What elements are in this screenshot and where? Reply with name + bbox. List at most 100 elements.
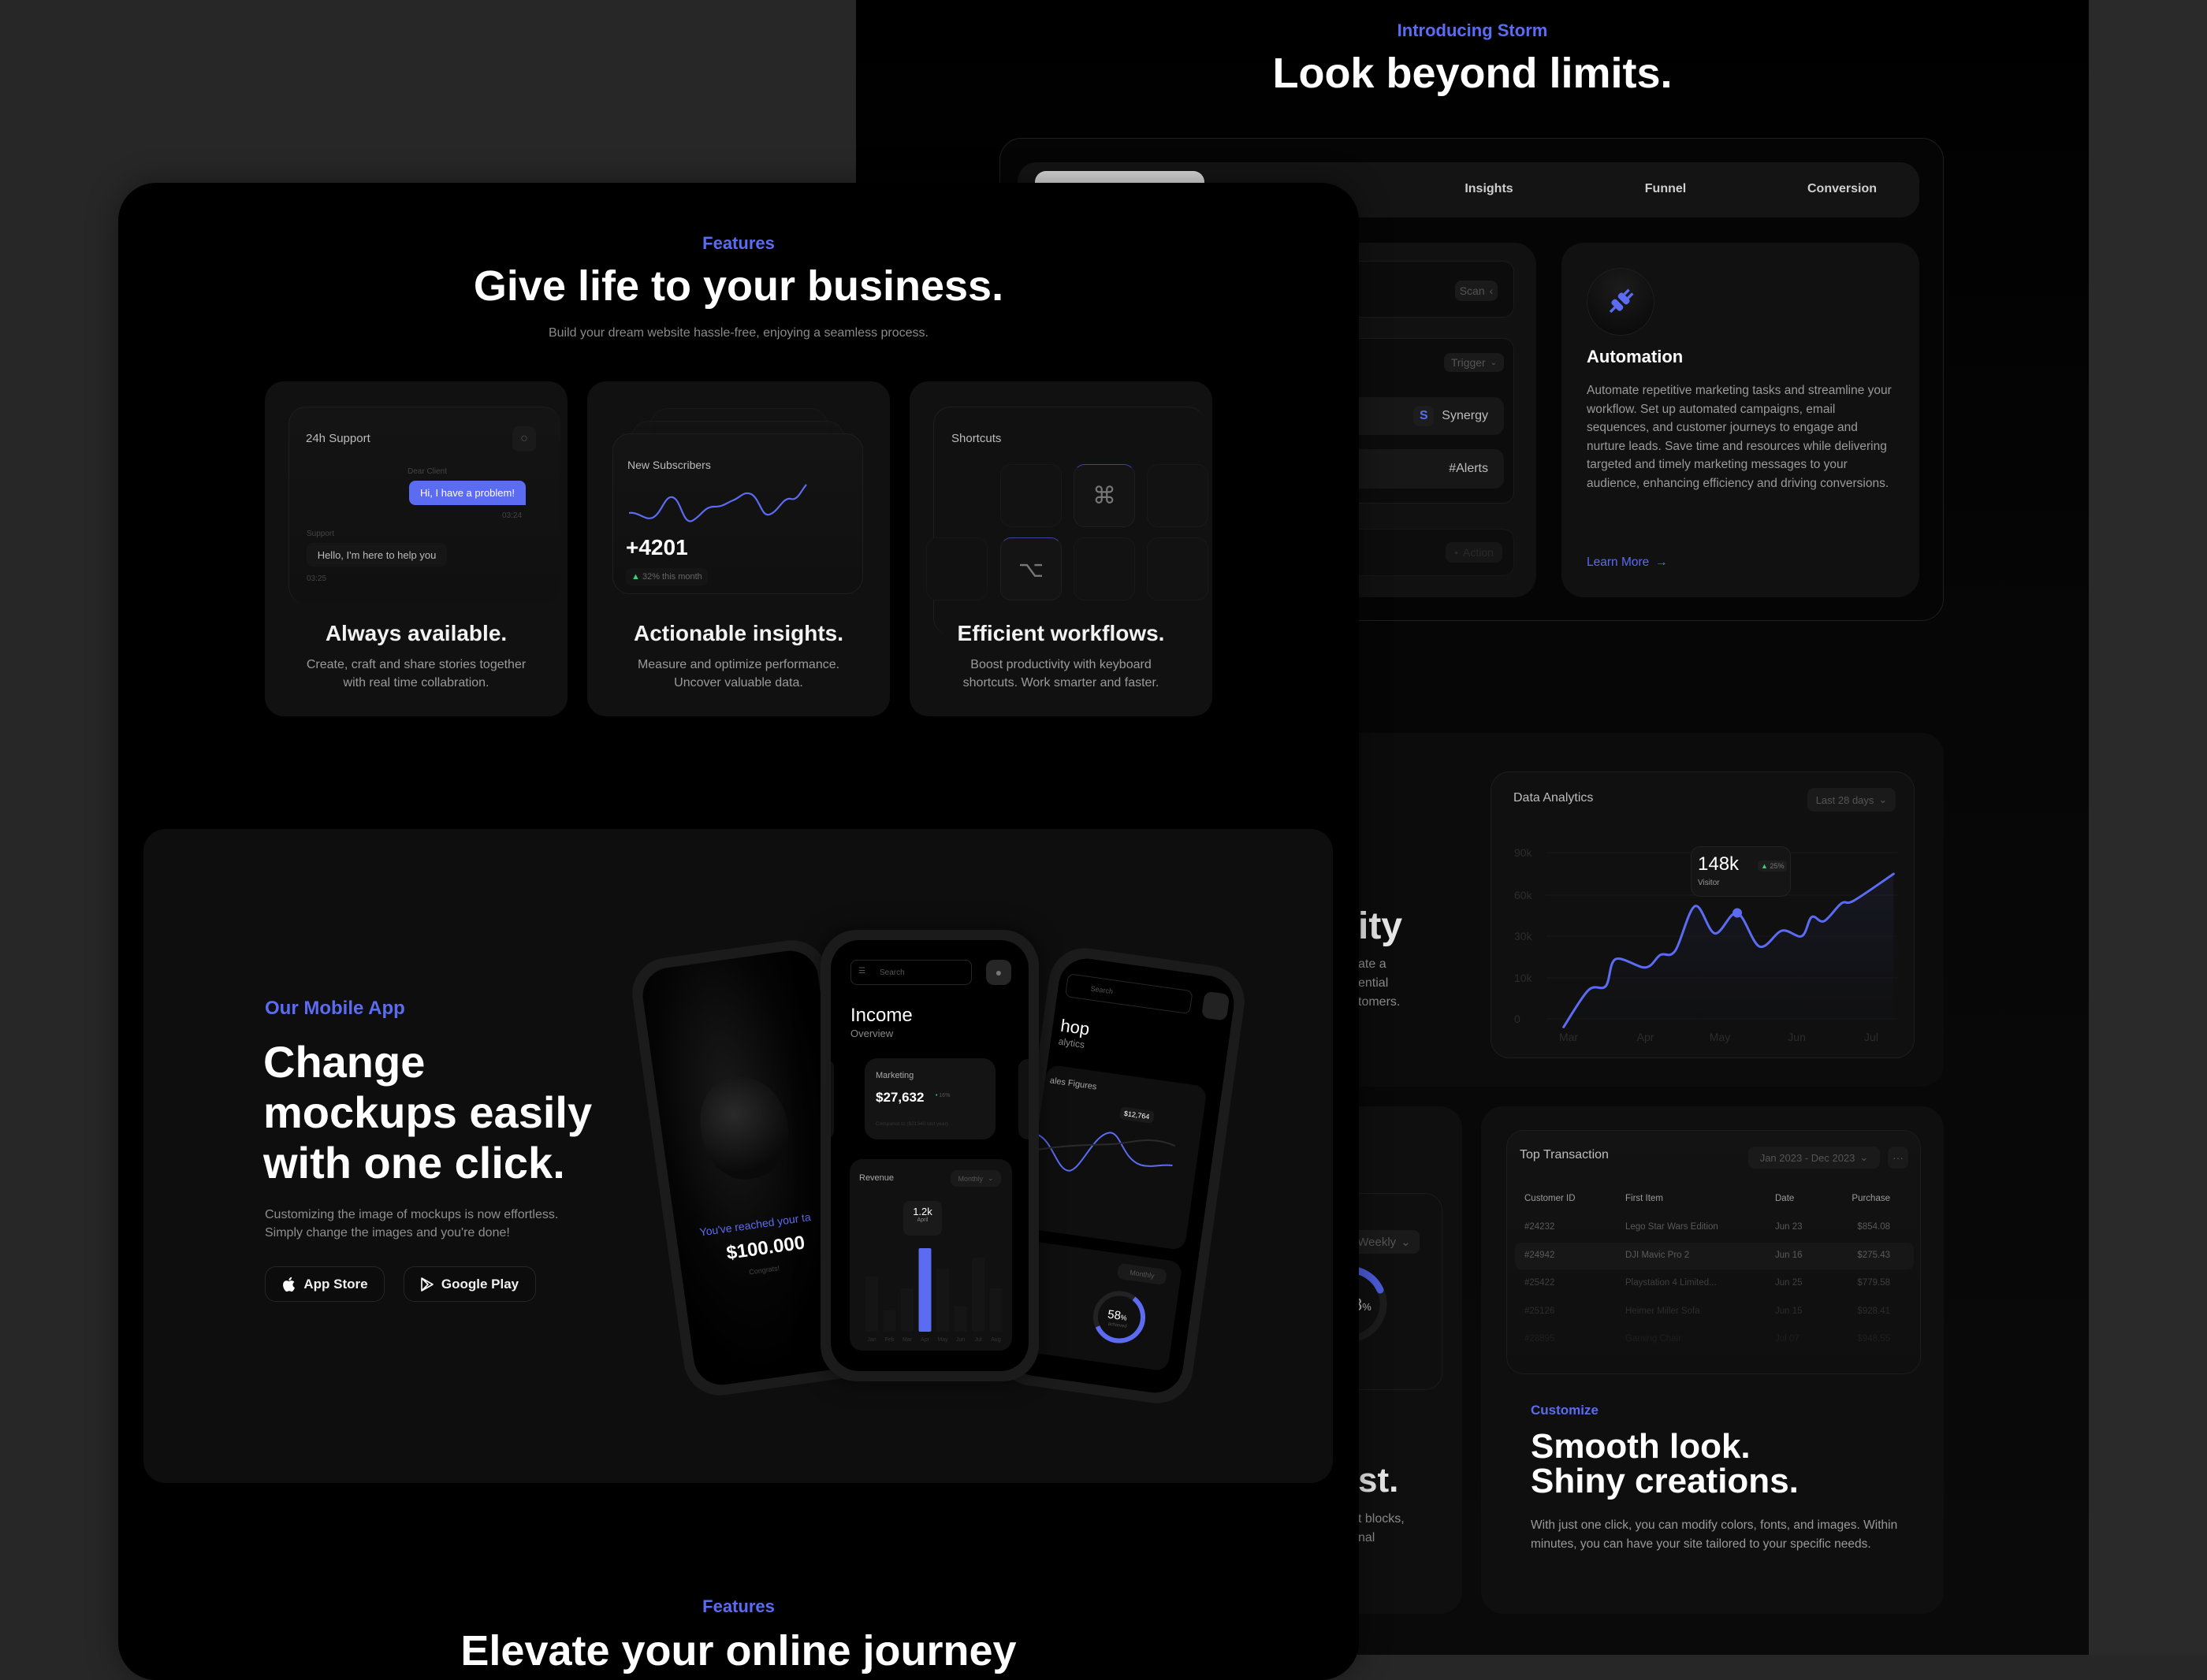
table-cell: Lego Star Wars Edition [1625,1222,1718,1232]
subscribers-header: New Subscribers [627,459,711,471]
more-button[interactable]: ··· [1888,1147,1908,1169]
marketing-change: • 16% [936,1093,950,1098]
table-cell: Date [1775,1194,1795,1203]
heading-line: mockups easily [263,1087,593,1137]
x-tick-label: Apr [921,1337,930,1343]
table-cell: $948.55 [1857,1334,1890,1344]
table-row[interactable]: #28895 Gaming Chair Jul 07 $948.55 [1515,1326,1914,1353]
highlight-point[interactable] [1732,908,1743,918]
tab-conversion[interactable]: Conversion [1765,182,1919,196]
date-range-dropdown[interactable]: Jan 2023 - Dec 2023 ⌄ [1748,1147,1880,1169]
features-title: Give life to your business. [473,262,1004,310]
side-card [1018,1059,1029,1139]
x-tick-label: Jul [975,1337,982,1343]
x-tick-label: Feb [884,1337,894,1343]
revenue-bar[interactable] [918,1248,932,1332]
transactions-card: Top Transaction Jan 2023 - Dec 2023 ⌄ ···… [1506,1130,1921,1374]
action-chip[interactable]: • Action [1446,542,1502,563]
feature-title: Always available. [325,621,508,645]
x-tick-label: May [937,1337,948,1343]
table-cell: $854.08 [1857,1222,1890,1232]
weekly-dropdown[interactable]: Weekly ⌄ [1349,1230,1420,1254]
subscribers-change: ▲ 32% this month [626,568,708,585]
marketing-card: Marketing $27,632 • 16% Compared to ($21… [865,1058,996,1139]
chevron-left-icon: ‹ [1489,284,1494,297]
customize-heading: Smooth look. Shiny creations. [1531,1429,1799,1499]
option-key-icon: ⌥ [1000,537,1062,600]
revenue-bar[interactable] [865,1277,878,1332]
speed-line: nal [1358,1531,1375,1544]
shortcuts-header: Shortcuts [951,432,1002,445]
sender-label: Dear Client [408,467,448,476]
description-line: with real time collabration. [343,676,489,689]
table-row[interactable]: #25126 Heimer Miller Sofa Jun 15 $928.41 [1515,1299,1914,1325]
app-store-button[interactable]: App Store [265,1266,385,1302]
revenue-bar[interactable] [901,1288,914,1332]
tab-funnel[interactable]: Funnel [1588,182,1743,196]
feature-title: Actionable insights. [633,621,844,645]
x-tick-label: Aug [991,1337,1001,1343]
tooltip-change: 25% [1770,862,1785,870]
trigger-chip[interactable]: Trigger ⌄ [1444,353,1504,372]
marketing-label: Marketing [876,1071,914,1080]
description-line: shortcuts. Work smarter and faster. [962,676,1159,689]
alerts-label: #Alerts [1449,462,1488,475]
message-bubble: Hi, I have a problem! [409,481,526,505]
search-bar[interactable]: Search [1064,973,1193,1015]
search-bar[interactable]: ☰ Search [850,960,972,985]
table-cell: $928.41 [1857,1306,1890,1316]
tab-insights[interactable]: Insights [1412,182,1566,196]
revenue-bar[interactable] [936,1268,949,1332]
change-label: 32% this month [642,572,702,582]
income-title: Income [850,1005,913,1026]
table-cell: #28895 [1524,1334,1555,1344]
revenue-bar[interactable] [954,1306,967,1332]
chat-icon[interactable]: ○ [512,426,536,452]
income-subtitle: Overview [850,1028,894,1039]
feature-card-support: 24h Support ○ Dear Client Hi, I have a p… [265,381,568,716]
table-row[interactable]: #25422 Playstation 4 Limited... Jun 25 $779… [1515,1270,1914,1297]
sales-card: ales Figures $12,764 [1024,1064,1208,1251]
table-row[interactable]: #24942 DJI Mavic Pro 2 Jun 16 $275.43 [1515,1242,1914,1269]
tooltip-change-badge: ▲ 25% [1758,860,1788,872]
x-tick-label: Jun [956,1337,965,1343]
mobile-app-section: Our Mobile App Change mockups easily wit… [143,829,1333,1483]
x-tick-label: Jan [867,1337,876,1343]
message-time: 03:24 [502,511,523,520]
revenue-bar[interactable] [883,1310,896,1332]
monthly-dropdown[interactable]: Monthly [1116,1262,1167,1286]
learn-more-link[interactable]: Learn More → [1587,556,1668,570]
chevron-down-icon: ⌄ [1490,358,1498,367]
y-tick-label: 90k [1514,846,1533,859]
table-cell: #25126 [1524,1306,1555,1316]
automation-title: Automation [1587,347,1684,366]
synergy-label: Synergy [1442,409,1488,422]
arrow-right-icon: → [1655,556,1668,569]
goal-amount: $100.000 [724,1232,806,1265]
table-cell: $275.43 [1857,1250,1890,1260]
analytics-heading: ity [1358,905,1403,947]
revenue-bar[interactable] [972,1258,984,1332]
y-tick-label: 60k [1514,889,1533,901]
scan-chip[interactable]: Scan ‹ [1455,281,1498,301]
feature-card-shortcuts: Shortcuts ⌘ ⌥ Efficient workflows. Boost… [910,381,1212,716]
arrow-up-icon: ▲ [631,572,640,582]
avatar[interactable]: ● [986,960,1011,985]
automation-description: Automate repetitive marketing tasks and … [1587,384,1892,490]
features-page: Features Give life to your business. Bui… [118,183,1359,1680]
table-row[interactable]: #24232 Lego Star Wars Edition Jun 23 $854.0… [1515,1214,1914,1241]
tooltip-label: Visitor [1698,879,1720,887]
x-tick-label: Apr [1637,1031,1654,1043]
y-tick-label: 10k [1514,972,1533,984]
description-line: Boost productivity with keyboard [970,658,1152,671]
revenue-bar[interactable] [989,1288,1003,1332]
description-line: Create, craft and share stories together [306,658,527,671]
search-placeholder: Search [880,968,905,977]
menu-icon[interactable]: ☰ [858,967,865,976]
google-play-button[interactable]: Google Play [404,1266,536,1302]
phone-screen: ☰ Search ● Income Overview Marketing $27,… [831,940,1029,1371]
responder-label: Support [307,530,335,538]
percent-sign: % [1362,1301,1371,1313]
table-cell: Jun 25 [1775,1278,1803,1288]
series-area [1563,874,1894,1028]
